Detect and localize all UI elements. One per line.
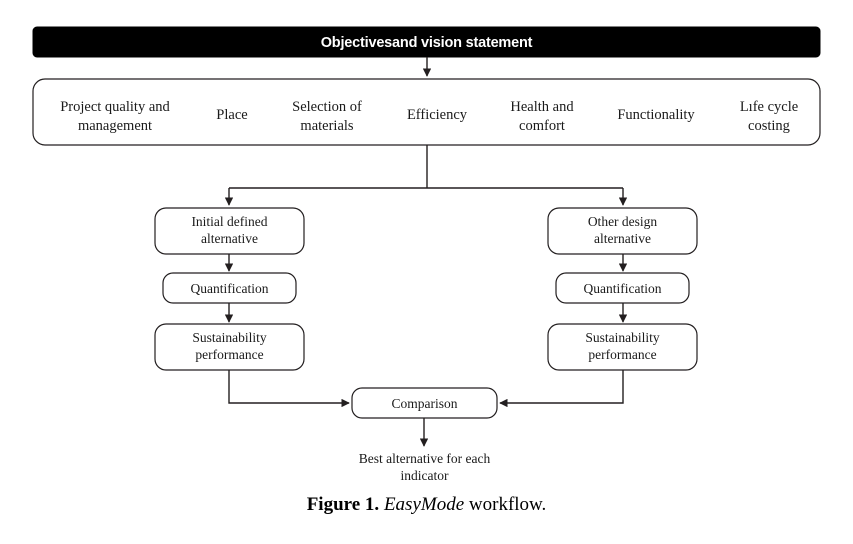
outcome-label-line2: indicator: [401, 468, 449, 483]
outcome-best-alternative: Best alternative for each indicator: [359, 451, 491, 483]
objectives-header-bar: Objectivesand vision statement: [32, 26, 821, 58]
connector-categories-split: [224, 145, 628, 206]
categories-band: Project quality and management Place Sel…: [32, 78, 821, 146]
outcome-label-line1: Best alternative for each: [359, 451, 491, 466]
box-label-line1: Sustainability: [192, 330, 267, 345]
box-comparison: Comparison: [351, 387, 498, 419]
box-quantification-right: Quantification: [555, 272, 690, 304]
box-label-line1: Comparison: [392, 396, 458, 411]
category-place: Place: [216, 107, 247, 123]
category-label-line2: materials: [300, 118, 354, 134]
box-label-line1: Quantification: [191, 281, 269, 296]
category-label-line2: comfort: [519, 118, 565, 134]
category-efficiency: Efficiency: [407, 107, 468, 123]
category-label-line1: Efficiency: [407, 107, 468, 123]
connector-left-to-comparison: [228, 370, 350, 408]
figure-caption: Figure 1. EasyMode workflow.: [0, 494, 853, 516]
category-label-line1: Lıfe cycle: [740, 99, 798, 115]
box-initial-defined-alternative: Initial defined alternative: [154, 207, 305, 255]
box-label-line2: performance: [195, 347, 263, 362]
connector-right-to-comparison: [499, 370, 624, 408]
box-label-line2: performance: [588, 347, 656, 362]
category-label-line1: Project quality and: [60, 99, 170, 115]
box-sustainability-performance-right: Sustainability performance: [547, 323, 698, 371]
right-branch: Other design alternative Quantification …: [499, 207, 698, 408]
box-label-line1: Initial defined: [191, 214, 267, 229]
box-label-line2: alternative: [201, 231, 258, 246]
box-quantification-left: Quantification: [162, 272, 297, 304]
category-label-line1: Functionality: [617, 107, 695, 123]
objectives-header-label: Objectivesand vision statement: [321, 35, 533, 51]
box-sustainability-performance-left: Sustainability performance: [154, 323, 305, 371]
category-label-line2: management: [78, 118, 152, 134]
left-branch: Initial defined alternative Quantificati…: [154, 207, 350, 408]
figure-caption-rest: workflow.: [468, 494, 547, 515]
figure-caption-emphasis: EasyMode: [383, 494, 465, 515]
box-label-line1: Other design: [588, 214, 658, 229]
figure-easymode-workflow: Objectivesand vision statement Project q…: [0, 0, 853, 544]
category-functionality: Functionality: [617, 107, 695, 123]
category-label-line1: Health and: [510, 99, 574, 115]
category-label-line1: Selection of: [292, 99, 362, 115]
box-label-line2: alternative: [594, 231, 651, 246]
category-label-line1: Place: [216, 107, 247, 123]
box-other-design-alternative: Other design alternative: [547, 207, 698, 255]
box-label-line1: Quantification: [584, 281, 662, 296]
category-label-line2: costing: [748, 118, 790, 134]
figure-caption-label: Figure 1.: [306, 494, 380, 515]
box-label-line1: Sustainability: [585, 330, 660, 345]
workflow-diagram: Objectivesand vision statement Project q…: [32, 26, 821, 483]
